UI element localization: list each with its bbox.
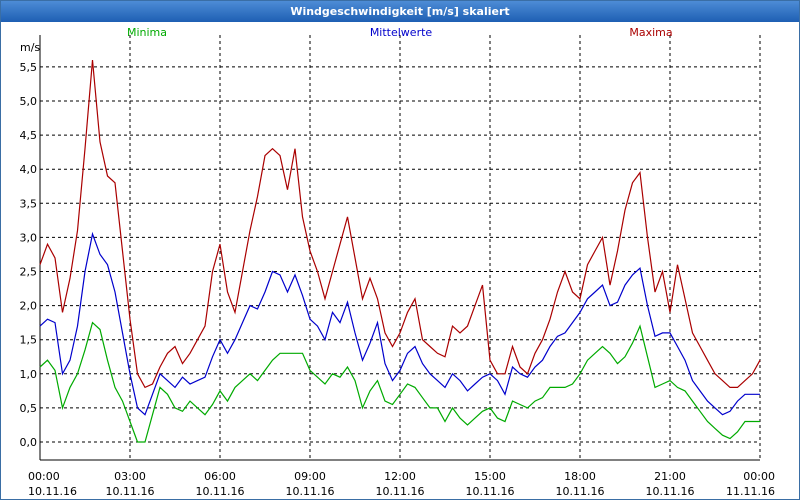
y-tick-label: 2,5	[20, 266, 38, 279]
x-tick-time: 03:00	[114, 470, 146, 483]
grid-lines	[40, 35, 761, 460]
y-tick-label: 3,5	[20, 197, 38, 210]
x-tick-date: 10.11.16	[28, 485, 77, 498]
legend-mittelwerte: Mittelwerte	[370, 26, 433, 39]
y-tick-labels: 0,0 0,5 1,0 1,5 2,0 2,5 3,0 3,5 4,0 4,5 5,0 5,5	[20, 61, 38, 449]
x-tick-date: 10.11.16	[196, 485, 245, 498]
x-tick-time: 00:00	[743, 470, 775, 483]
y-tick-label: 5,5	[20, 61, 38, 74]
y-tick-label: 0,5	[20, 402, 38, 415]
x-tick-date: 10.11.16	[286, 485, 335, 498]
legend-minima: Minima	[127, 26, 167, 39]
x-tick-date: 10.11.16	[106, 485, 155, 498]
y-tick-label: 1,0	[20, 368, 38, 381]
x-tick-time: 15:00	[474, 470, 506, 483]
x-tick-date: 10.11.16	[376, 485, 425, 498]
x-tick-time: 00:00	[28, 470, 60, 483]
x-tick-time: 21:00	[654, 470, 686, 483]
y-axis-unit: m/s	[20, 41, 40, 54]
wind-speed-chart: 0,0 0,5 1,0 1,5 2,0 2,5 3,0 3,5 4,0 4,5 5,0 5,5 00:…	[20, 26, 776, 498]
legend-maxima: Maxima	[629, 26, 672, 39]
legend: Minima Mittelwerte Maxima	[127, 26, 673, 39]
x-tick-time: 12:00	[384, 470, 416, 483]
x-tick-date: 10.11.16	[646, 485, 695, 498]
x-tick-time: 18:00	[564, 470, 596, 483]
y-tick-label: 1,5	[20, 334, 38, 347]
y-tick-label: 4,0	[20, 163, 38, 176]
series-line-minima	[39, 321, 760, 443]
y-tick-label: 0,0	[20, 436, 38, 449]
x-tick-date: 10.11.16	[556, 485, 605, 498]
y-tick-label: 3,0	[20, 231, 38, 244]
x-tick-time: 06:00	[204, 470, 236, 483]
x-tick-date: 11.11.16	[726, 485, 775, 498]
x-tick-date: 10.11.16	[466, 485, 515, 498]
y-tick-label: 4,5	[20, 129, 38, 142]
y-tick-label: 5,0	[20, 95, 38, 108]
y-tick-label: 2,0	[20, 300, 38, 313]
x-tick-labels: 00:00 10.11.16 03:00 10.11.16 06:00 10.11.16 0…	[28, 470, 775, 498]
x-tick-time: 09:00	[294, 470, 326, 483]
